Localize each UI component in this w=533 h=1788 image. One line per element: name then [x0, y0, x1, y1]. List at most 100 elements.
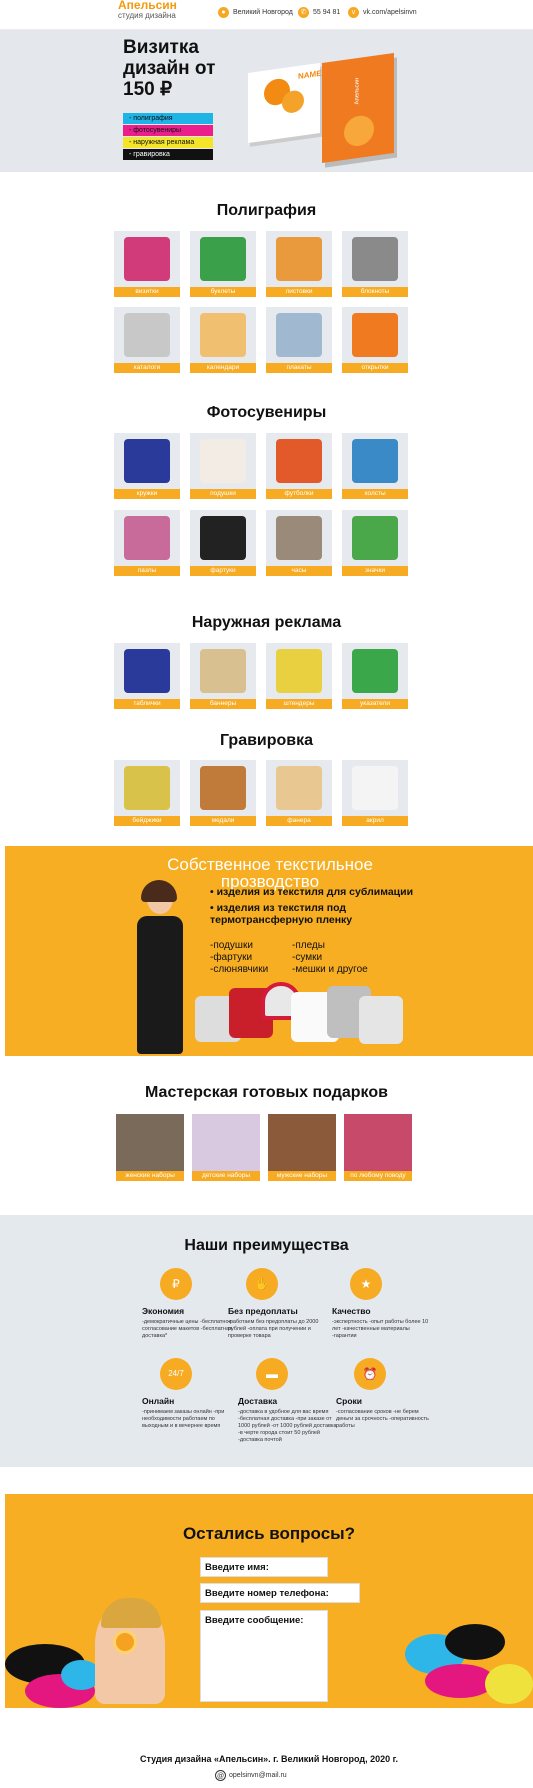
message-field[interactable]: Введите сообщение:	[200, 1610, 328, 1702]
tag-reklama[interactable]: - наружная реклама	[123, 137, 213, 148]
tag-poligrafia[interactable]: - полиграфия	[123, 113, 213, 124]
tile-image	[124, 516, 170, 560]
tile-poligrafia-2[interactable]: листовки	[266, 231, 332, 297]
tile-image	[352, 766, 398, 810]
tile-image	[276, 237, 322, 281]
alarm-clock-icon: ⏰	[354, 1358, 386, 1390]
tile-image	[200, 649, 246, 693]
logo[interactable]: Апельсин студия дизайна	[118, 0, 177, 21]
advantage-title: Онлайн	[142, 1396, 175, 1406]
tile-poligrafia-7[interactable]: открытки	[342, 307, 408, 373]
tile-gravirovka-1[interactable]: медали	[190, 760, 256, 826]
tile-reklama-2[interactable]: штендеры	[266, 643, 332, 709]
medal-icon: ★	[350, 1268, 382, 1300]
paint-splash-left	[5, 1598, 195, 1708]
tile-poligrafia-6[interactable]: плакаты	[266, 307, 332, 373]
tag-gravirovka[interactable]: - гравировка	[123, 149, 213, 160]
map-pin-icon: ●	[218, 6, 229, 18]
advantage-title: Без предоплаты	[228, 1306, 298, 1316]
tile-image	[124, 237, 170, 281]
tile-poligrafia-4[interactable]: каталоги	[114, 307, 180, 373]
advantage-title: Доставка	[238, 1396, 278, 1406]
tile-reklama-0[interactable]: таблички	[114, 643, 180, 709]
gift-tile-0[interactable]: женские наборы	[116, 1114, 184, 1181]
tile-label: баннеры	[190, 699, 256, 709]
truck-icon: ▬	[256, 1358, 288, 1390]
tile-poligrafia-1[interactable]: буклеты	[190, 231, 256, 297]
tile-label: штендеры	[266, 699, 332, 709]
tile-label: подушки	[190, 489, 256, 499]
tile-label: фартуки	[190, 566, 256, 576]
phone-icon: ✆	[298, 6, 309, 18]
tile-label: пазлы	[114, 566, 180, 576]
gift-label: женские наборы	[116, 1171, 184, 1181]
phone-contact[interactable]: ✆ 55 94 81	[298, 5, 340, 19]
section-title-gravirovka: Гравировка	[219, 732, 314, 749]
city-contact: ● Великий Новгород	[218, 5, 293, 19]
tile-label: медали	[190, 816, 256, 826]
top-bar: Апельсин студия дизайна ● Великий Новгор…	[0, 0, 533, 30]
tile-label: бейджики	[114, 816, 180, 826]
advantage-text: -работаем без предоплаты до 2000 рублей …	[228, 1319, 319, 1339]
hero-tags: - полиграфия - фотосувениры - наружная р…	[123, 113, 213, 161]
hero-title: Визитка дизайн от 150 ₽	[123, 37, 216, 100]
section-title-reklama: Наружная реклама	[191, 614, 342, 631]
card-back-text: Апельсин	[354, 77, 361, 105]
tile-gravirovka-0[interactable]: бейджики	[114, 760, 180, 826]
phone-field[interactable]: Введите номер телефона:	[200, 1583, 360, 1603]
form-title: Остались вопросы?	[182, 1524, 356, 1543]
tile-fotosuveniry-1[interactable]: подушки	[190, 433, 256, 499]
tile-label: холсты	[342, 489, 408, 499]
tile-poligrafia-0[interactable]: визитки	[114, 231, 180, 297]
advantage-2: ★ Качество -экспертность -опыт работы боле…	[332, 1268, 432, 1340]
tile-image	[276, 516, 322, 560]
section-title-gifts: Мастерская готовых подарков	[145, 1084, 388, 1101]
tile-fotosuveniry-2[interactable]: футболки	[266, 433, 332, 499]
tile-label: календари	[190, 363, 256, 373]
tile-gravirovka-2[interactable]: фанера	[266, 760, 332, 826]
tile-label: часы	[266, 566, 332, 576]
tile-reklama-1[interactable]: баннеры	[190, 643, 256, 709]
textile-item: -мешки и другое	[292, 964, 368, 975]
tile-image	[124, 766, 170, 810]
footer-email[interactable]: @ opelsinvn@mail.ru	[215, 1770, 287, 1781]
tile-fotosuveniry-5[interactable]: фартуки	[190, 510, 256, 576]
tile-image	[200, 313, 246, 357]
tile-fotosuveniry-0[interactable]: кружки	[114, 433, 180, 499]
vk-contact[interactable]: v vk.com/apelsinvn	[348, 5, 417, 19]
textile-item: -пледы	[292, 940, 325, 951]
tile-reklama-3[interactable]: указатели	[342, 643, 408, 709]
tag-fotosuveniry[interactable]: - фотосувениры	[123, 125, 213, 136]
gift-tile-2[interactable]: мужские наборы	[268, 1114, 336, 1181]
tile-fotosuveniry-7[interactable]: значки	[342, 510, 408, 576]
advantage-title: Сроки	[336, 1396, 363, 1406]
advantage-title: Экономия	[142, 1306, 185, 1316]
tile-image	[200, 237, 246, 281]
textile-bullet-2: • изделия из текстиля под термотрансферн…	[210, 902, 353, 926]
advantage-text: -демократичные цены -бесплатное согласов…	[142, 1319, 233, 1339]
tile-fotosuveniry-4[interactable]: пазлы	[114, 510, 180, 576]
textile-item: -фартуки	[210, 952, 253, 963]
tile-label: акрил	[342, 816, 408, 826]
tile-label: визитки	[114, 287, 180, 297]
gift-label: по любому поводу	[344, 1171, 412, 1181]
tile-gravirovka-3[interactable]: акрил	[342, 760, 408, 826]
gift-label: мужские наборы	[268, 1171, 336, 1181]
advantage-5: ⏰ Сроки -согласование сроков -не берем ден…	[336, 1358, 436, 1430]
gift-tile-1[interactable]: детские наборы	[192, 1114, 260, 1181]
tile-image	[200, 516, 246, 560]
tile-label: фанера	[266, 816, 332, 826]
tile-poligrafia-5[interactable]: календари	[190, 307, 256, 373]
tile-label: листовки	[266, 287, 332, 297]
advantage-text: -экспертность -опыт работы более 10 лет …	[332, 1319, 429, 1339]
tile-poligrafia-3[interactable]: блокноты	[342, 231, 408, 297]
tile-image	[276, 439, 322, 483]
logo-subtitle: студия дизайна	[118, 11, 176, 20]
name-field[interactable]: Введите имя:	[200, 1557, 328, 1577]
tile-label: блокноты	[342, 287, 408, 297]
textile-bullet-1: • изделия из текстиля для сублимации	[210, 886, 414, 898]
gift-tile-3[interactable]: по любому поводу	[344, 1114, 412, 1181]
section-title-poligrafia: Полиграфия	[216, 202, 317, 219]
tile-fotosuveniry-3[interactable]: холсты	[342, 433, 408, 499]
tile-fotosuveniry-6[interactable]: часы	[266, 510, 332, 576]
